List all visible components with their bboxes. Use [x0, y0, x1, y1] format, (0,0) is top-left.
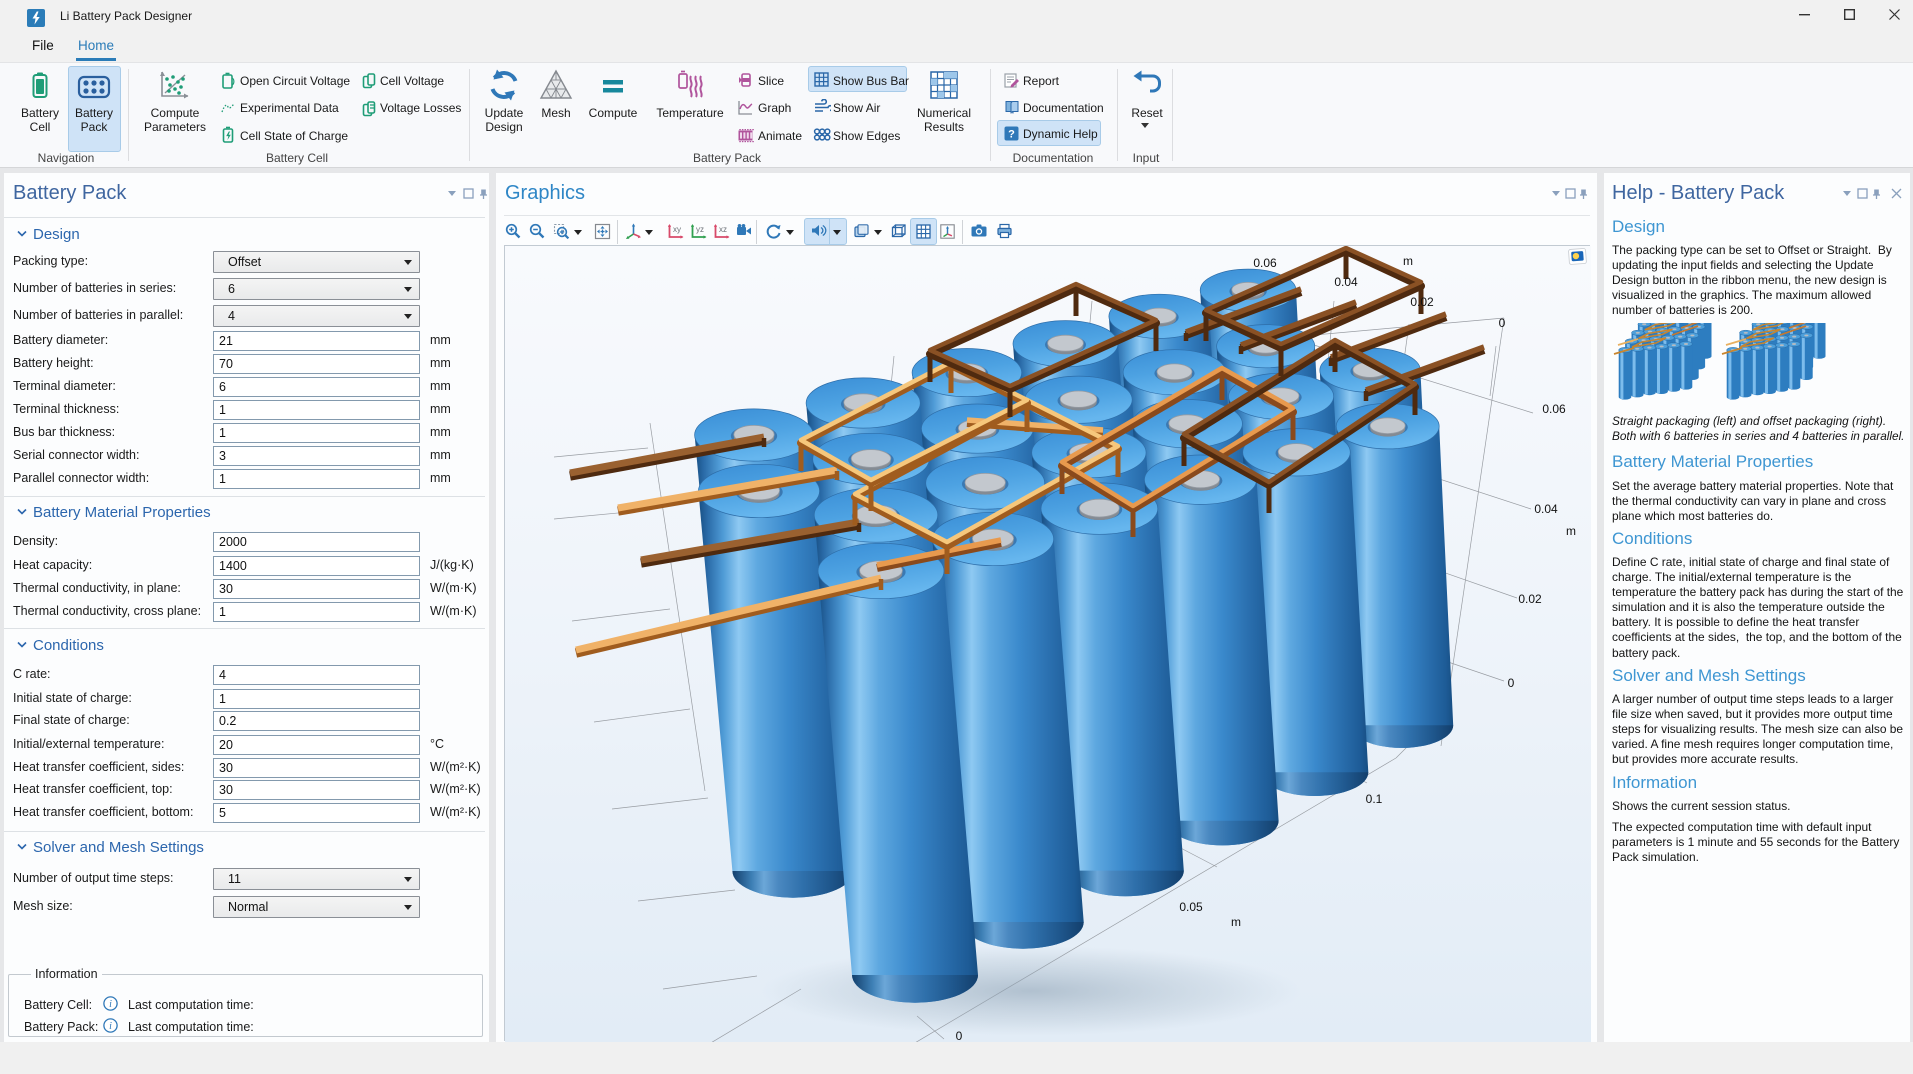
svg-text:?: ? [1008, 129, 1015, 141]
svg-text:i: i [109, 999, 112, 1010]
svg-text:yz: yz [696, 225, 704, 234]
svg-text:0.1: 0.1 [1366, 792, 1383, 806]
svg-text:0.06: 0.06 [1253, 256, 1277, 270]
svg-text:0: 0 [956, 1029, 963, 1042]
svg-text:0.02: 0.02 [1410, 295, 1434, 309]
svg-text:m: m [1231, 915, 1241, 929]
svg-text:m: m [1403, 254, 1413, 268]
svg-text:0.04: 0.04 [1334, 275, 1358, 289]
svg-text:0: 0 [1508, 676, 1515, 690]
svg-text:0.06: 0.06 [1542, 402, 1566, 416]
svg-text:0: 0 [1499, 316, 1506, 330]
svg-text:0.05: 0.05 [1179, 900, 1203, 914]
svg-text:m: m [1566, 524, 1576, 538]
svg-text:xz: xz [719, 225, 727, 234]
svg-text:xy: xy [673, 225, 681, 234]
svg-text:0.02: 0.02 [1518, 592, 1542, 606]
svg-text:i: i [109, 1021, 112, 1032]
svg-text:0.04: 0.04 [1534, 502, 1558, 516]
